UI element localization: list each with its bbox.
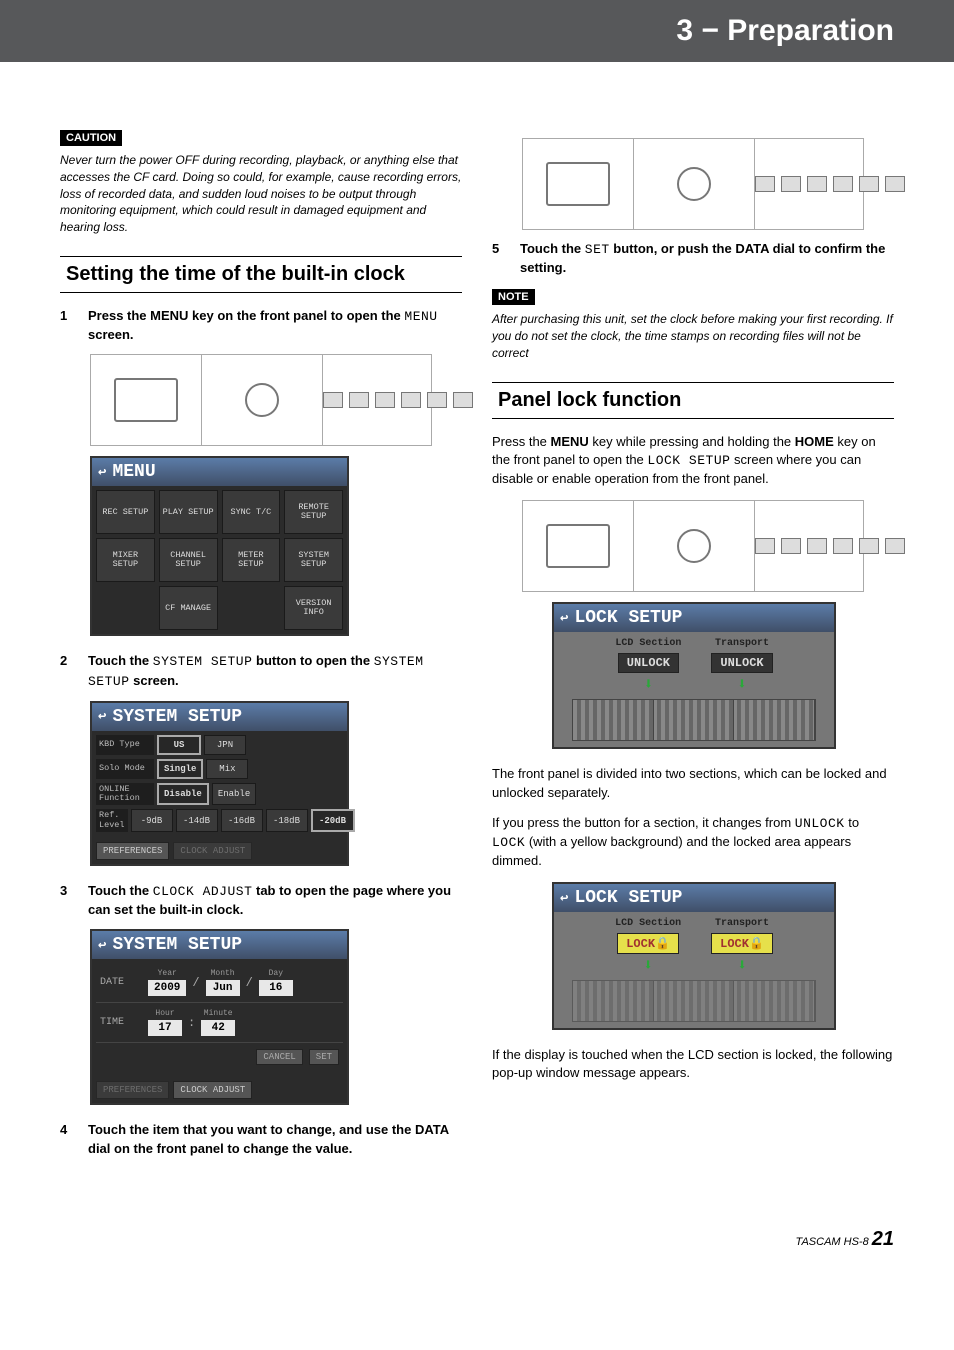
transport-state-button[interactable]: LOCK🔒	[711, 933, 773, 954]
arrow-down-icon: ⬇	[737, 958, 747, 974]
section-title-lock: Panel lock function	[492, 382, 894, 419]
device-illustration-3	[522, 500, 864, 592]
lock-setup-title: LOCK SETUP	[554, 884, 834, 912]
menu-screen: MENU REC SETUPPLAY SETUPSYNC T/CREMOTE S…	[90, 456, 349, 636]
section-title-clock: Setting the time of the built-in clock	[60, 256, 462, 293]
device-illustration-1	[90, 354, 432, 446]
step-number: 4	[60, 1121, 74, 1157]
clock-adjust-screen: SYSTEM SETUP DATE Year2009 / MonthJun / …	[90, 929, 349, 1105]
option-button[interactable]: -20dB	[311, 809, 355, 832]
option-button[interactable]: Single	[157, 759, 203, 779]
lock-icon: 🔒	[655, 937, 670, 951]
day-field[interactable]: 16	[259, 980, 293, 996]
row-label: KBD Type	[96, 735, 154, 755]
arrow-down-icon: ⬇	[644, 677, 654, 693]
row-label: ONLINE Function	[96, 783, 154, 806]
menu-item	[222, 586, 281, 628]
menu-item[interactable]: VERSION INFO	[284, 586, 343, 630]
device-illustration-2	[522, 138, 864, 230]
step-text: Touch the SYSTEM SETUP button to open th…	[88, 652, 462, 690]
transport-state-button[interactable]: UNLOCK	[711, 653, 772, 673]
footer-brand: TASCAM HS-8	[796, 1236, 869, 1248]
step-number: 2	[60, 652, 74, 690]
page-number: 21	[872, 1228, 894, 1250]
menu-item[interactable]: SYSTEM SETUP	[284, 538, 343, 582]
option-button[interactable]: -9dB	[131, 809, 173, 832]
time-label: TIME	[100, 1017, 140, 1028]
transport-label: Transport	[715, 638, 769, 649]
menu-screen-title: MENU	[92, 458, 347, 486]
panel-diagram	[572, 699, 815, 741]
option-button[interactable]: Disable	[157, 783, 209, 806]
cancel-button[interactable]: CANCEL	[256, 1049, 302, 1065]
option-button[interactable]: JPN	[204, 735, 246, 755]
step-text: Touch the CLOCK ADJUST tab to open the p…	[88, 882, 462, 919]
lcd-section-label: LCD Section	[615, 918, 681, 929]
date-label: DATE	[100, 977, 140, 988]
caution-label: CAUTION	[60, 130, 122, 146]
panel-lock-p2: The front panel is divided into two sect…	[492, 765, 894, 801]
chapter-title: 3 − Preparation	[676, 14, 894, 47]
set-button[interactable]: SET	[309, 1049, 339, 1065]
menu-item[interactable]: REC SETUP	[96, 490, 155, 534]
month-field[interactable]: Jun	[206, 980, 240, 996]
menu-item	[96, 586, 155, 628]
option-button[interactable]: Mix	[206, 759, 248, 779]
step-text: Press the MENU key on the front panel to…	[88, 307, 462, 344]
row-label: Ref. Level	[96, 809, 128, 832]
lcd-section-state-button[interactable]: UNLOCK	[618, 653, 679, 673]
step-1: 1 Press the MENU key on the front panel …	[60, 307, 462, 344]
lock-setup-screen-unlock: LOCK SETUP LCD Section UNLOCK ⬇ Transpor…	[552, 602, 836, 749]
tab-preferences[interactable]: PREFERENCES	[96, 1081, 169, 1099]
step-text: Touch the item that you want to change, …	[88, 1121, 462, 1157]
tab-preferences[interactable]: PREFERENCES	[96, 842, 169, 860]
option-button[interactable]: -18dB	[266, 809, 308, 832]
step-number: 1	[60, 307, 74, 344]
panel-lock-p4: If the display is touched when the LCD s…	[492, 1046, 894, 1082]
tab-clock-adjust[interactable]: CLOCK ADJUST	[173, 842, 252, 860]
panel-lock-p1: Press the MENU key while pressing and ho…	[492, 433, 894, 489]
step-number: 5	[492, 240, 506, 277]
panel-lock-p3: If you press the button for a section, i…	[492, 814, 894, 871]
lock-setup-screen-lock: LOCK SETUP LCD Section LOCK🔒 ⬇ Transport…	[552, 882, 836, 1030]
step-number: 3	[60, 882, 74, 919]
hour-field[interactable]: 17	[148, 1020, 182, 1036]
option-button[interactable]: Enable	[212, 783, 256, 806]
menu-item[interactable]: SYNC T/C	[222, 490, 281, 534]
clock-adjust-title: SYSTEM SETUP	[92, 931, 347, 959]
menu-item[interactable]: REMOTE SETUP	[284, 490, 343, 534]
arrow-down-icon: ⬇	[643, 958, 653, 974]
minute-field[interactable]: 42	[201, 1020, 235, 1036]
menu-item[interactable]: PLAY SETUP	[159, 490, 218, 534]
arrow-down-icon: ⬇	[737, 677, 747, 693]
menu-item[interactable]: CF MANAGE	[159, 586, 218, 630]
note-text: After purchasing this unit, set the cloc…	[492, 311, 894, 361]
lcd-section-state-button[interactable]: LOCK🔒	[617, 933, 679, 954]
system-setup-title: SYSTEM SETUP	[92, 703, 347, 731]
row-label: Solo Mode	[96, 759, 154, 779]
option-button[interactable]: -14dB	[176, 809, 218, 832]
step-4: 4 Touch the item that you want to change…	[60, 1121, 462, 1157]
option-button[interactable]: US	[157, 735, 201, 755]
lock-setup-title: LOCK SETUP	[554, 604, 834, 632]
step-2: 2 Touch the SYSTEM SETUP button to open …	[60, 652, 462, 690]
lcd-section-label: LCD Section	[615, 638, 681, 649]
menu-item[interactable]: MIXER SETUP	[96, 538, 155, 582]
menu-item[interactable]: METER SETUP	[222, 538, 281, 582]
year-field[interactable]: 2009	[148, 980, 186, 996]
transport-label: Transport	[715, 918, 769, 929]
page-footer: TASCAM HS-8 21	[0, 1228, 954, 1251]
step-text: Touch the SET button, or push the DATA d…	[520, 240, 894, 277]
option-button[interactable]: -16dB	[221, 809, 263, 832]
tab-clock-adjust[interactable]: CLOCK ADJUST	[173, 1081, 252, 1099]
system-setup-screen: SYSTEM SETUP KBD TypeUSJPN Solo ModeSingl…	[90, 701, 349, 866]
panel-diagram-dimmed	[572, 980, 815, 1022]
lock-icon: 🔒	[749, 937, 764, 951]
step-5: 5 Touch the SET button, or push the DATA…	[492, 240, 894, 277]
chapter-header: 3 − Preparation	[0, 0, 954, 62]
note-label: NOTE	[492, 289, 535, 305]
menu-item[interactable]: CHANNEL SETUP	[159, 538, 218, 582]
step-3: 3 Touch the CLOCK ADJUST tab to open the…	[60, 882, 462, 919]
caution-text: Never turn the power OFF during recordin…	[60, 152, 462, 236]
